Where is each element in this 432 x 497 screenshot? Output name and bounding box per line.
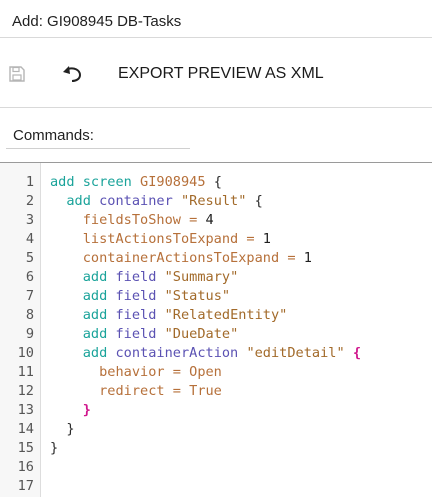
code-line[interactable]: add field "Status" (50, 287, 361, 306)
commands-label: Commands: (13, 127, 94, 144)
code-token: add (50, 326, 116, 342)
code-token: redirect = True (50, 383, 222, 399)
code-token: "RelatedEntity" (164, 307, 288, 323)
line-number: 2 (25, 193, 34, 209)
commands-divider (6, 148, 190, 149)
floppy-disk-icon[interactable] (8, 65, 26, 83)
toolbar: EXPORT PREVIEW AS XML (0, 38, 432, 108)
line-number: 6 (25, 269, 34, 285)
code-token: add (50, 307, 116, 323)
line-number: 13 (17, 402, 34, 418)
code-token: 1 (303, 250, 312, 266)
code-line[interactable]: ​ (50, 458, 361, 477)
code-token: field (115, 326, 165, 342)
code-line[interactable]: add field "DueDate" (50, 325, 361, 344)
line-number-gutter: 1 2 3 4 5 6 7 8 9 10 11 12 13 14 15 16 17 (0, 163, 41, 497)
code-line[interactable]: } (50, 439, 361, 458)
code-token: { (205, 174, 222, 190)
code-token: } (50, 402, 91, 418)
code-token: 1 (262, 231, 271, 247)
code-token: field (115, 288, 165, 304)
line-number: 4 (25, 231, 34, 247)
code-editor[interactable]: 1 2 3 4 5 6 7 8 9 10 11 12 13 14 15 16 17 add screen GI9… (0, 162, 432, 497)
code-token: containerAction (115, 345, 247, 361)
line-number: 17 (17, 478, 34, 494)
line-number: 12 (17, 383, 34, 399)
line-numbers: 1 2 3 4 5 6 7 8 9 10 11 12 13 14 15 16 17 (18, 173, 34, 496)
code-token: add screen (50, 174, 141, 190)
line-number: 7 (25, 288, 34, 304)
code-token: containerActionsToExpand = (50, 250, 304, 266)
code-line[interactable]: add containerAction "editDetail" { (50, 344, 361, 363)
code-line[interactable]: } (50, 420, 361, 439)
code-token: { (246, 193, 263, 209)
code-token: field (115, 307, 165, 323)
code-token: fieldsToShow = (50, 212, 206, 228)
line-number: 8 (25, 307, 34, 323)
code-line[interactable]: containerActionsToExpand = 1 (50, 249, 361, 268)
code-token: add (50, 193, 100, 209)
code-line[interactable]: ​ (50, 477, 361, 496)
code-line[interactable]: add field "RelatedEntity" (50, 306, 361, 325)
line-number: 14 (17, 421, 34, 437)
code-line[interactable]: add screen GI908945 { (50, 173, 361, 192)
code-line[interactable]: listActionsToExpand = 1 (50, 230, 361, 249)
line-number: 9 (25, 326, 34, 342)
line-number: 5 (25, 250, 34, 266)
line-number: 10 (17, 345, 34, 361)
code-token: add (50, 288, 116, 304)
title-bar: Add: GI908945 DB-Tasks (0, 0, 432, 38)
code-token: add (50, 269, 116, 285)
code-token: 4 (205, 212, 214, 228)
code-token: listActionsToExpand = (50, 231, 263, 247)
code-content[interactable]: add screen GI908945 { add container "Res… (50, 173, 361, 496)
line-number: 15 (17, 440, 34, 456)
code-line[interactable]: add field "Summary" (50, 268, 361, 287)
code-line[interactable]: fieldsToShow = 4 (50, 211, 361, 230)
page-title: Add: GI908945 DB-Tasks (12, 13, 182, 30)
code-token: container (99, 193, 181, 209)
line-number: 11 (17, 364, 34, 380)
code-token: "editDetail" (246, 345, 345, 361)
code-line[interactable]: } (50, 401, 361, 420)
code-line[interactable]: redirect = True (50, 382, 361, 401)
code-token: GI908945 (140, 174, 206, 190)
code-line[interactable]: add container "Result" { (50, 192, 361, 211)
line-number: 1 (25, 174, 34, 190)
line-number: 16 (17, 459, 34, 475)
code-token: add (50, 345, 116, 361)
code-token: "Summary" (164, 269, 239, 285)
line-number: 3 (25, 212, 34, 228)
code-token: { (344, 345, 362, 361)
code-token: behavior = Open (50, 364, 222, 380)
code-token: "DueDate" (164, 326, 239, 342)
code-token: field (115, 269, 165, 285)
export-preview-xml-button[interactable]: EXPORT PREVIEW AS XML (118, 64, 324, 84)
code-token: } (50, 440, 59, 456)
code-token: "Status" (164, 288, 231, 304)
code-token: "Result" (180, 193, 247, 209)
code-line[interactable]: behavior = Open (50, 363, 361, 382)
undo-arrow-icon[interactable] (60, 63, 84, 85)
code-token: } (50, 421, 75, 437)
